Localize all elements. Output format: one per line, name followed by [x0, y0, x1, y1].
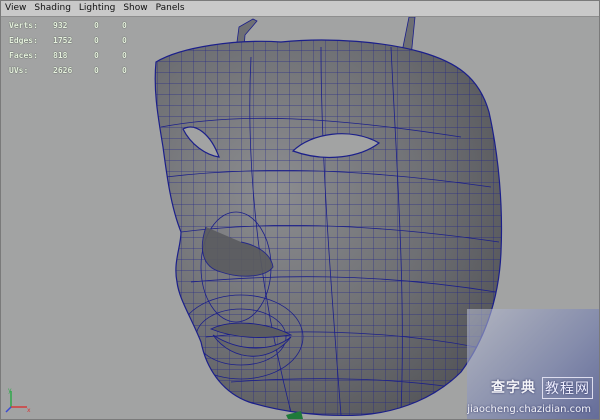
hud-label: UVs: [9, 66, 29, 75]
watermark-logo: 查字典 教程网 [491, 377, 593, 399]
panel-menu-bar: View Shading Lighting Show Panels [1, 1, 599, 17]
hud-value: 0 [122, 66, 127, 75]
hud-value: 932 [53, 21, 68, 30]
view-axis-icon: y x [5, 387, 31, 413]
watermark: 查字典 教程网 jiaocheng.chazidian.com [467, 309, 599, 419]
hud-row-uvs: UVs: 2626 0 0 [9, 63, 142, 78]
poly-count-hud: Verts: 932 0 0 Edges: 1752 0 0 Faces: 81… [9, 18, 142, 78]
hud-value: 0 [122, 36, 127, 45]
hud-value: 2626 [53, 66, 73, 75]
axis-y-label: y [8, 387, 12, 394]
hud-value: 0 [94, 36, 99, 45]
menu-panels[interactable]: Panels [152, 1, 189, 16]
hud-value: 1752 [53, 36, 73, 45]
hud-row-verts: Verts: 932 0 0 [9, 18, 142, 33]
hud-value: 0 [94, 21, 99, 30]
hud-row-edges: Edges: 1752 0 0 [9, 33, 142, 48]
menu-shading[interactable]: Shading [30, 1, 75, 16]
menu-show[interactable]: Show [119, 1, 151, 16]
watermark-logo-badge: 教程网 [542, 377, 593, 399]
hud-label: Edges: [9, 36, 38, 45]
hud-value: 0 [94, 51, 99, 60]
maya-viewport-panel: View Shading Lighting Show Panels Verts:… [0, 0, 600, 420]
hud-value: 818 [53, 51, 68, 60]
hud-label: Verts: [9, 21, 38, 30]
face-wireframe [155, 40, 502, 416]
hud-row-faces: Faces: 818 0 0 [9, 48, 142, 63]
menu-view[interactable]: View [1, 1, 30, 16]
menu-lighting[interactable]: Lighting [75, 1, 119, 16]
3d-viewport[interactable]: Verts: 932 0 0 Edges: 1752 0 0 Faces: 81… [1, 17, 599, 419]
hud-value: 0 [122, 51, 127, 60]
watermark-logo-text: 查字典 [491, 380, 536, 396]
watermark-url: jiaocheng.chazidian.com [467, 404, 591, 415]
hud-value: 0 [94, 66, 99, 75]
hud-value: 0 [122, 21, 127, 30]
axis-x-label: x [27, 407, 31, 413]
hud-label: Faces: [9, 51, 38, 60]
